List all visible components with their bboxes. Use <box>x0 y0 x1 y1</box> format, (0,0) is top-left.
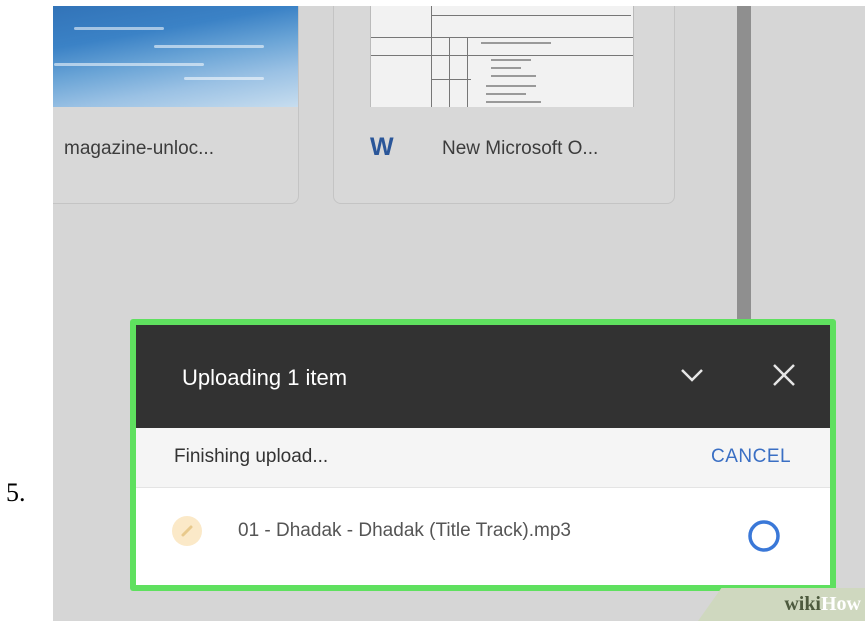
upload-status-text: Finishing upload... <box>174 446 329 467</box>
upload-panel-title: Uploading 1 item <box>182 365 348 390</box>
file-name-label: New Microsoft O... <box>442 138 599 159</box>
file-name-label: magazine-unloc... <box>64 138 214 159</box>
file-thumbnail-image <box>53 6 298 107</box>
upload-status-row: Finishing upload... CANCEL <box>136 428 830 488</box>
close-button[interactable] <box>764 355 804 395</box>
chevron-down-icon <box>681 369 703 382</box>
upload-file-name: 01 - Dhadak - Dhadak (Title Track).mp3 <box>238 520 571 541</box>
file-card-magazine[interactable]: magazine-unloc... <box>53 6 299 204</box>
file-card-word-doc[interactable]: W New Microsoft O... <box>333 6 675 204</box>
scrollbar[interactable] <box>737 6 751 326</box>
watermark-how: How <box>821 593 861 615</box>
audio-file-icon <box>172 516 202 546</box>
close-icon <box>773 364 795 386</box>
watermark-wiki: wiki <box>784 593 821 615</box>
step-number: 5. <box>6 478 26 507</box>
file-thumbnail-document <box>370 6 634 107</box>
upload-item-row: 01 - Dhadak - Dhadak (Title Track).mp3 <box>136 488 830 585</box>
word-file-icon: W <box>370 133 394 161</box>
wikihow-watermark: wikiHow <box>698 588 865 621</box>
collapse-button[interactable] <box>672 355 712 395</box>
circle-progress-icon <box>748 520 780 552</box>
upload-panel-header: Uploading 1 item <box>136 325 830 428</box>
upload-progress-panel: Uploading 1 item Finishing upload... CAN… <box>130 319 836 591</box>
cancel-button[interactable]: CANCEL <box>711 446 791 468</box>
